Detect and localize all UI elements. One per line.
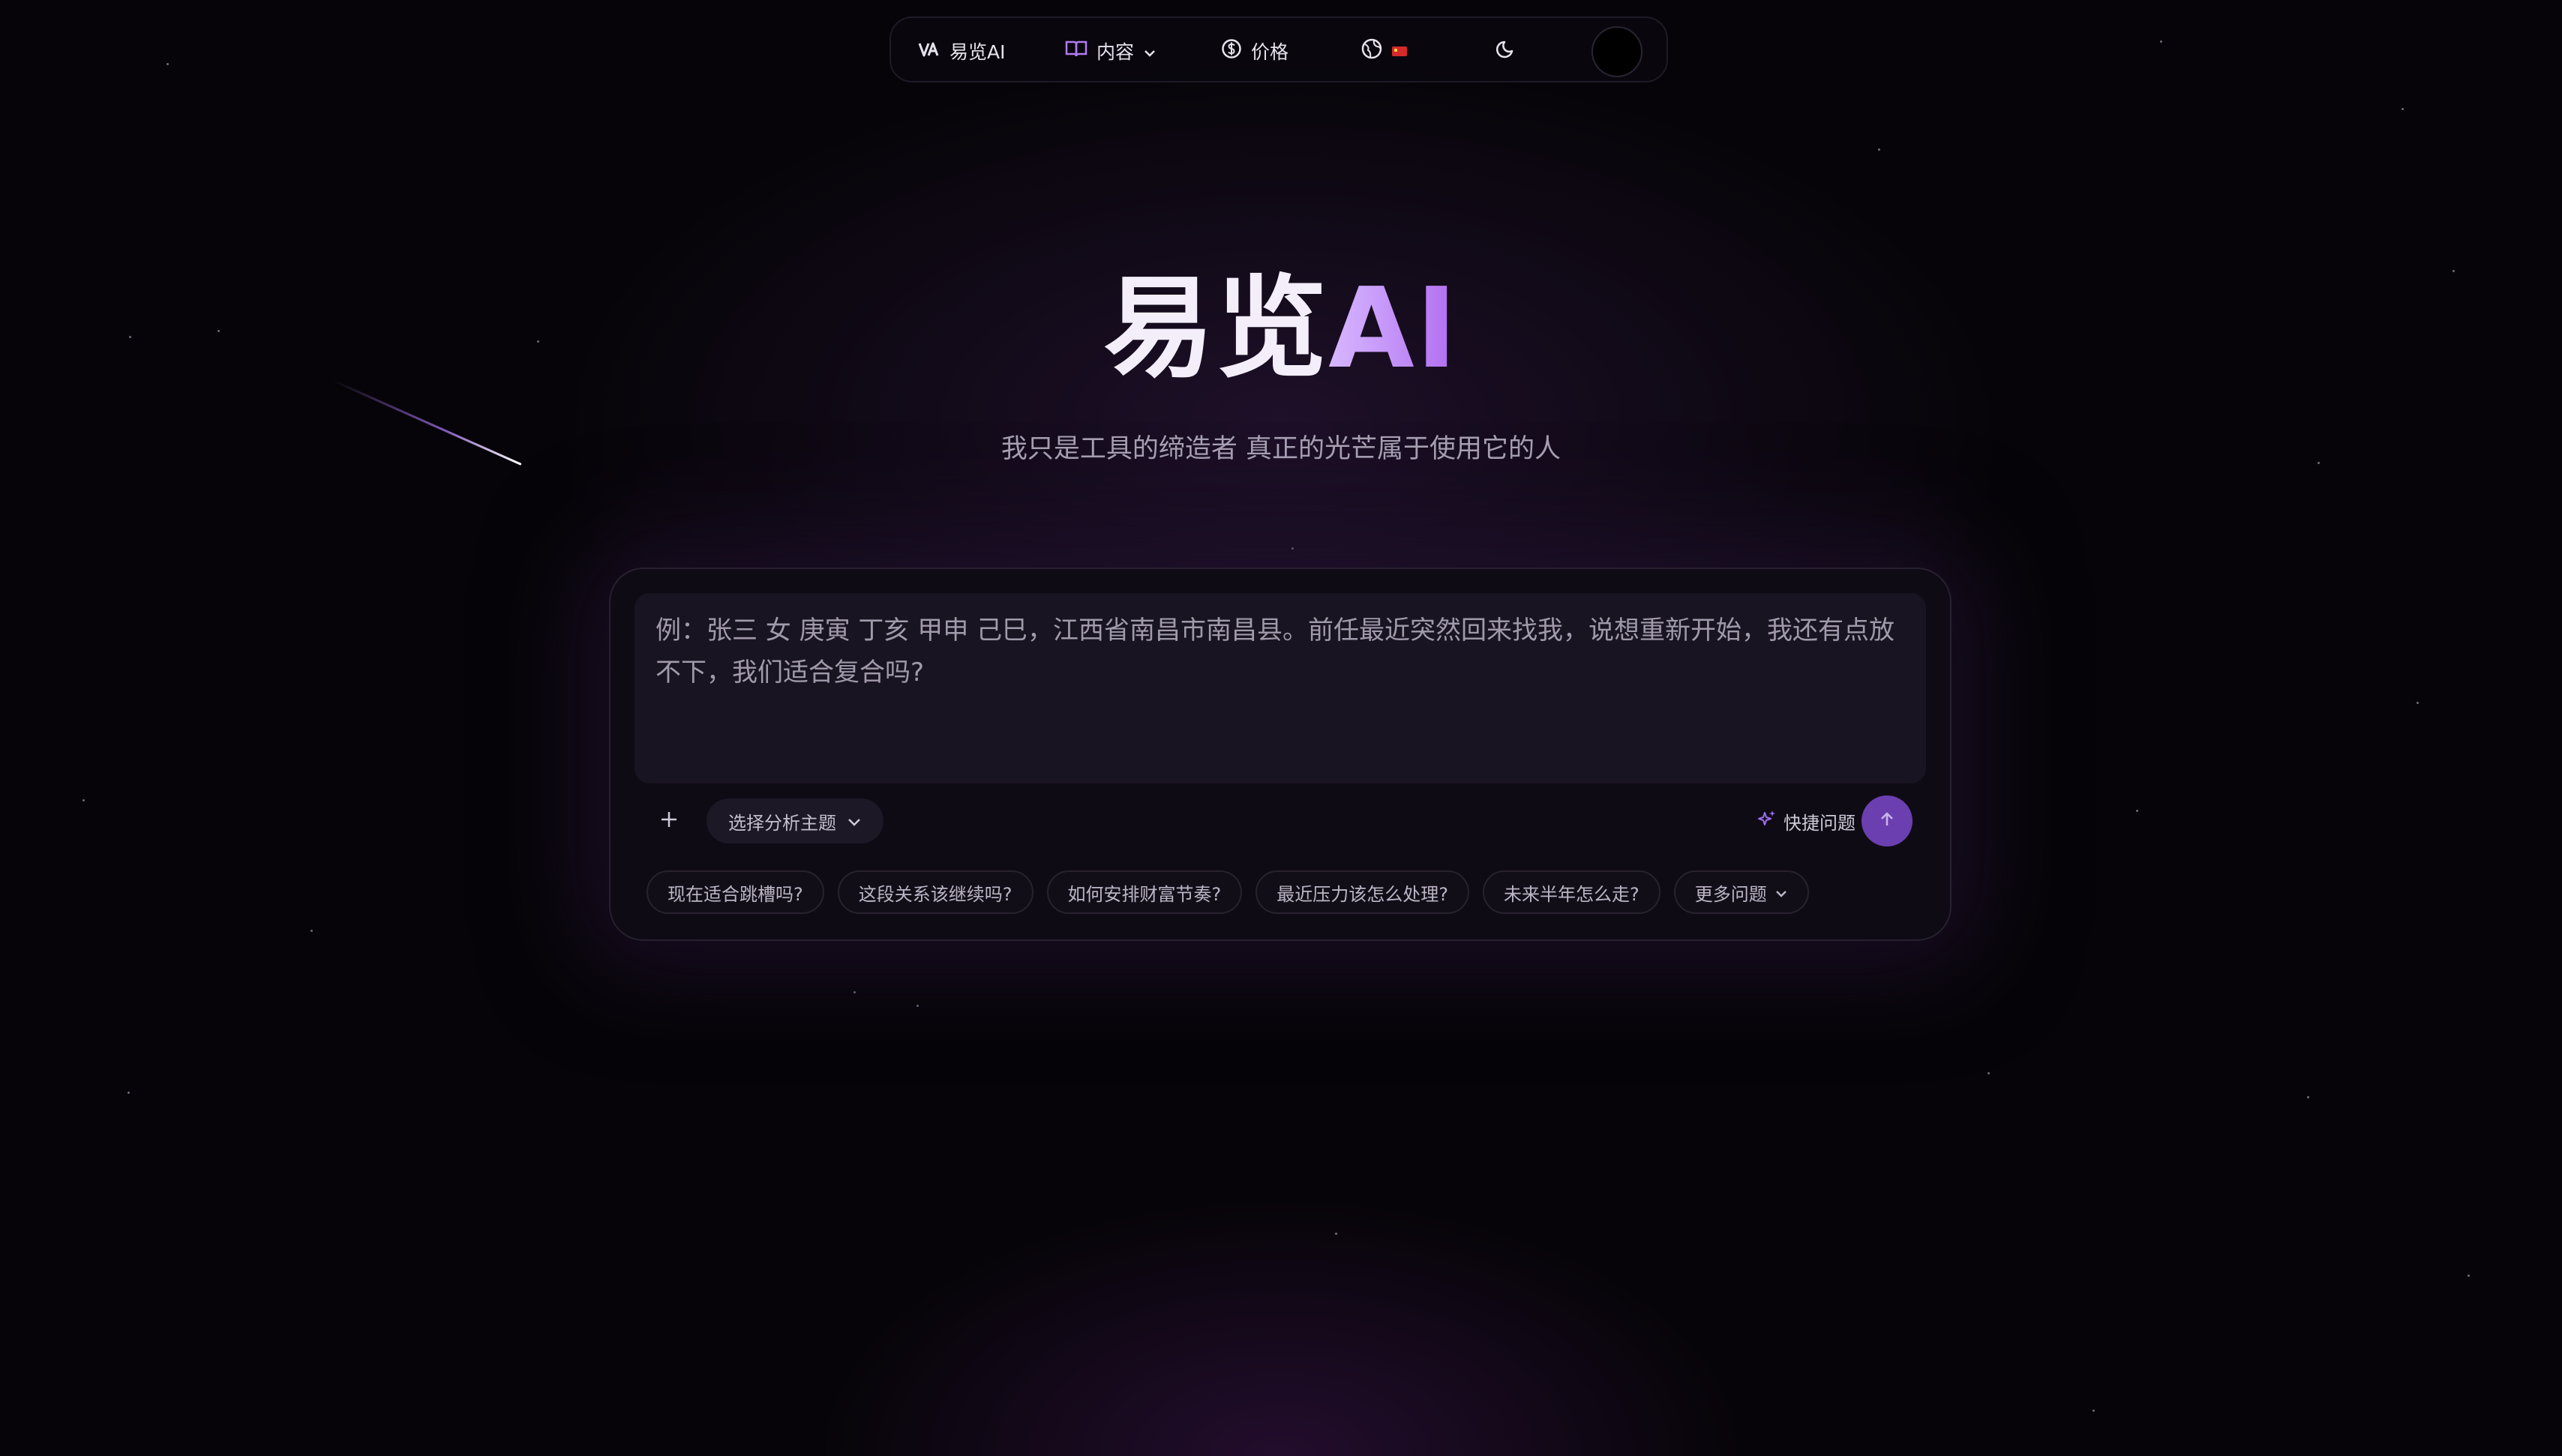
star: [310, 930, 313, 932]
globe-icon: [1360, 37, 1383, 64]
suggestion-chip[interactable]: 如何安排财富节奏?: [1046, 870, 1243, 914]
star: [2416, 702, 2419, 704]
top-navbar: 易览AI 内容 价格: [890, 16, 1668, 82]
star: [1335, 1233, 1337, 1235]
nav-content-label: 内容: [1096, 41, 1135, 63]
star: [916, 1005, 919, 1007]
star: [1878, 148, 1880, 151]
prompt-input[interactable]: [654, 608, 1910, 771]
suggestion-chip[interactable]: 未来半年怎么走?: [1483, 870, 1660, 914]
more-questions-label: 更多问题: [1694, 883, 1767, 905]
star: [1988, 1072, 1990, 1074]
nav-content-menu[interactable]: 内容: [1065, 18, 1156, 84]
chevron-down-icon: [847, 810, 862, 831]
analysis-theme-select[interactable]: 选择分析主题: [706, 798, 884, 843]
hero-title-accent: AI: [1328, 264, 1459, 393]
arrow-up-icon: [1877, 810, 1897, 832]
attach-button[interactable]: [646, 798, 692, 843]
dollar-circle-icon: [1221, 38, 1242, 64]
quick-questions-button[interactable]: 快捷问题: [1756, 798, 1856, 843]
chevron-down-icon: [1774, 882, 1788, 903]
nav-price-link[interactable]: 价格: [1221, 18, 1288, 84]
language-switcher[interactable]: [1360, 18, 1407, 84]
sparkles-icon: [1756, 808, 1778, 834]
hero-subtitle: 我只是工具的缔造者 真正的光芒属于使用它的人: [1000, 434, 1562, 464]
brand-logo-icon: [918, 40, 940, 62]
brand-link[interactable]: 易览AI: [918, 18, 1005, 84]
brand-label: 易览AI: [950, 41, 1006, 63]
nav-price-label: 价格: [1251, 41, 1289, 63]
star: [2307, 1096, 2309, 1098]
more-questions-button[interactable]: 更多问题: [1673, 870, 1809, 914]
composer-card: 选择分析主题 快捷问题 现在适合跳槽吗? 这段关系该继续吗? 如何安排财富节奏?…: [609, 568, 1952, 941]
star: [166, 63, 169, 65]
suggestion-chips: 现在适合跳槽吗? 这段关系该继续吗? 如何安排财富节奏? 最近压力该怎么处理? …: [646, 870, 1809, 915]
suggestion-chip[interactable]: 现在适合跳槽吗?: [646, 870, 824, 914]
star: [2402, 108, 2404, 110]
user-avatar[interactable]: [1592, 26, 1642, 77]
chevron-down-icon: [1143, 40, 1156, 62]
hero-title: 易览AI: [0, 261, 2562, 396]
analysis-theme-label: 选择分析主题: [728, 812, 836, 834]
send-button[interactable]: [1862, 795, 1912, 846]
star: [128, 1092, 130, 1094]
star: [2136, 810, 2138, 812]
star: [82, 799, 85, 801]
prompt-box: [634, 593, 1926, 783]
quick-questions-label: 快捷问题: [1784, 812, 1856, 834]
star: [854, 991, 856, 993]
hero-title-main: 易览: [1103, 264, 1329, 393]
suggestion-chip[interactable]: 这段关系该继续吗?: [837, 870, 1034, 914]
moon-icon: [1496, 38, 1516, 64]
star: [1292, 547, 1294, 550]
star: [2160, 40, 2162, 43]
suggestion-chip[interactable]: 最近压力该怎么处理?: [1256, 870, 1469, 914]
plus-icon: [659, 810, 679, 832]
star: [2468, 1275, 2470, 1277]
book-icon: [1065, 39, 1088, 63]
star: [2092, 1410, 2095, 1412]
theme-toggle[interactable]: [1496, 18, 1516, 84]
china-flag-icon: [1392, 46, 1407, 56]
